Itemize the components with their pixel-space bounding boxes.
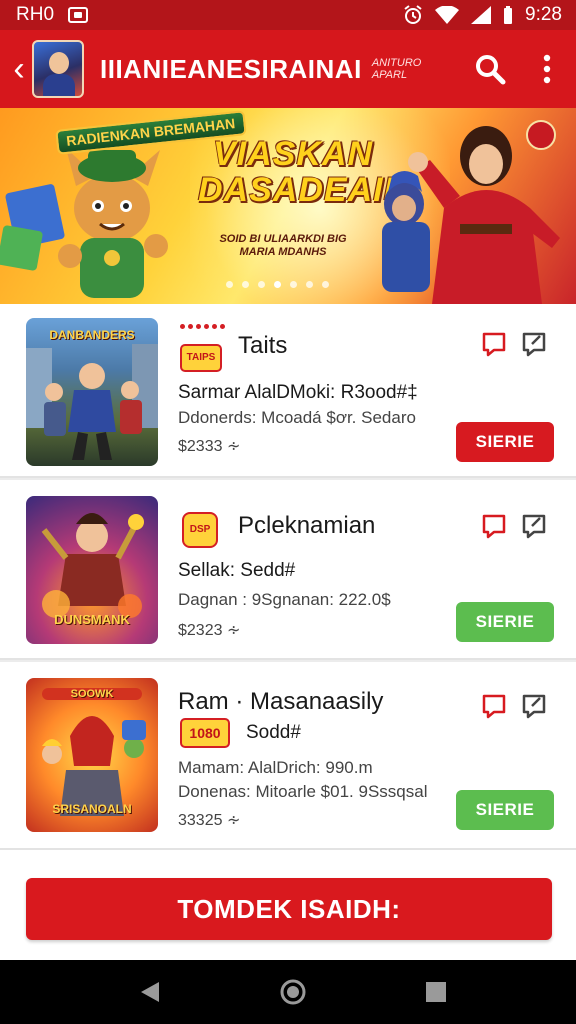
alarm-icon (404, 5, 422, 24)
install-button[interactable]: SIERIE (456, 422, 554, 462)
app-title: IIIANIEANESIRAINAI (100, 53, 362, 84)
list-item[interactable]: DANBANDERS TAIPS Taits Sarmar AlalDMoki:… (0, 304, 576, 478)
banner-tagline: SOID BI ULIAARKDI BIG MARIA MDANHS (219, 233, 347, 258)
category-tag: 1080 (180, 718, 230, 748)
game-title: Pcleknamian (238, 512, 376, 539)
share-icon[interactable] (520, 512, 548, 540)
cta-section: TOMDEK ISAIDH: (0, 850, 576, 960)
mascot-illustration (0, 148, 168, 298)
chat-bubble-icon[interactable] (480, 330, 508, 358)
game-subtitle: Sarmar AlalDMoki: R3ood#‡ (178, 382, 418, 403)
game-price: $2333 ∻ (178, 438, 241, 455)
signal-icon (471, 6, 492, 24)
carrier-label: RH0 (16, 4, 55, 25)
more-vert-icon[interactable] (542, 54, 552, 84)
thumbnail-title: DUNSMANK (54, 612, 130, 627)
back-arrow-icon[interactable]: ‹ (4, 52, 34, 86)
thumbnail-title: SRISANOALN (52, 802, 132, 816)
game-price: $2323 ∻ (178, 622, 241, 639)
app-subtitle: ANITURO APARL (371, 57, 422, 81)
game-title: Taits (238, 332, 288, 359)
clock-time: 9:28 (525, 4, 562, 25)
thumbnail-title: DANBANDERS (49, 328, 135, 342)
wifi-icon (435, 6, 460, 24)
recents-square-icon[interactable] (425, 981, 447, 1003)
category-tag: TAIPS (180, 344, 222, 372)
chat-bubble-icon[interactable] (480, 692, 508, 720)
game-subtitle: Sellak: Sedd# (178, 560, 296, 581)
install-button[interactable]: SIERIE (456, 790, 554, 830)
game-subtitle: Sodd# (246, 722, 301, 743)
promo-banner[interactable]: RADIENKAN BREMAHAN VIASKAN DASADEAIN SOI… (0, 108, 576, 304)
search-icon[interactable] (474, 53, 506, 85)
game-details: Ddonerds: Mcoadá $ơr. Sedaro (178, 408, 416, 427)
share-icon[interactable] (520, 692, 548, 720)
home-circle-icon[interactable] (279, 978, 307, 1006)
status-bar: RH0 9:28 (0, 0, 576, 30)
list-item[interactable]: SOOWK SRISANOALN Ram · Masanaasily 1080 … (0, 662, 576, 850)
share-icon[interactable] (520, 330, 548, 358)
thumbnail-logo: SOOWK (42, 688, 142, 700)
game-details: Mamam: AlalDrich: 990.m (178, 758, 373, 777)
game-title: Ram · Masanaasily (178, 688, 384, 715)
game-thumbnail[interactable]: SOOWK SRISANOALN (26, 678, 158, 832)
system-nav-bar (0, 960, 576, 1024)
back-triangle-icon[interactable] (139, 980, 161, 1004)
app-bar: ‹ IIIANIEANESIRAINAI ANITURO APARL (0, 30, 576, 108)
game-details: Dagnan : 9Sgnanan: 222.0$ (178, 590, 391, 609)
battery-icon (504, 6, 513, 24)
primary-cta-button[interactable]: TOMDEK ISAIDH: (26, 878, 552, 940)
game-thumbnail[interactable]: DUNSMANK (26, 496, 158, 644)
chat-bubble-icon[interactable] (480, 512, 508, 540)
game-price: 33325 ∻ (178, 812, 241, 829)
install-button[interactable]: SIERIE (456, 602, 554, 642)
notification-icon (68, 7, 89, 23)
banner-badge-icon (526, 120, 556, 150)
game-extra-details: Donenas: Mitoarle $01. 9Sssqsal (178, 782, 428, 801)
list-item[interactable]: DUNSMANK DSP Pcleknamian Sellak: Sedd# D… (0, 480, 576, 660)
rating-dots (180, 324, 225, 329)
category-tag: DSP (182, 512, 218, 548)
app-avatar[interactable] (32, 40, 84, 98)
game-thumbnail[interactable]: DANBANDERS (26, 318, 158, 466)
carousel-dots[interactable] (226, 281, 329, 288)
